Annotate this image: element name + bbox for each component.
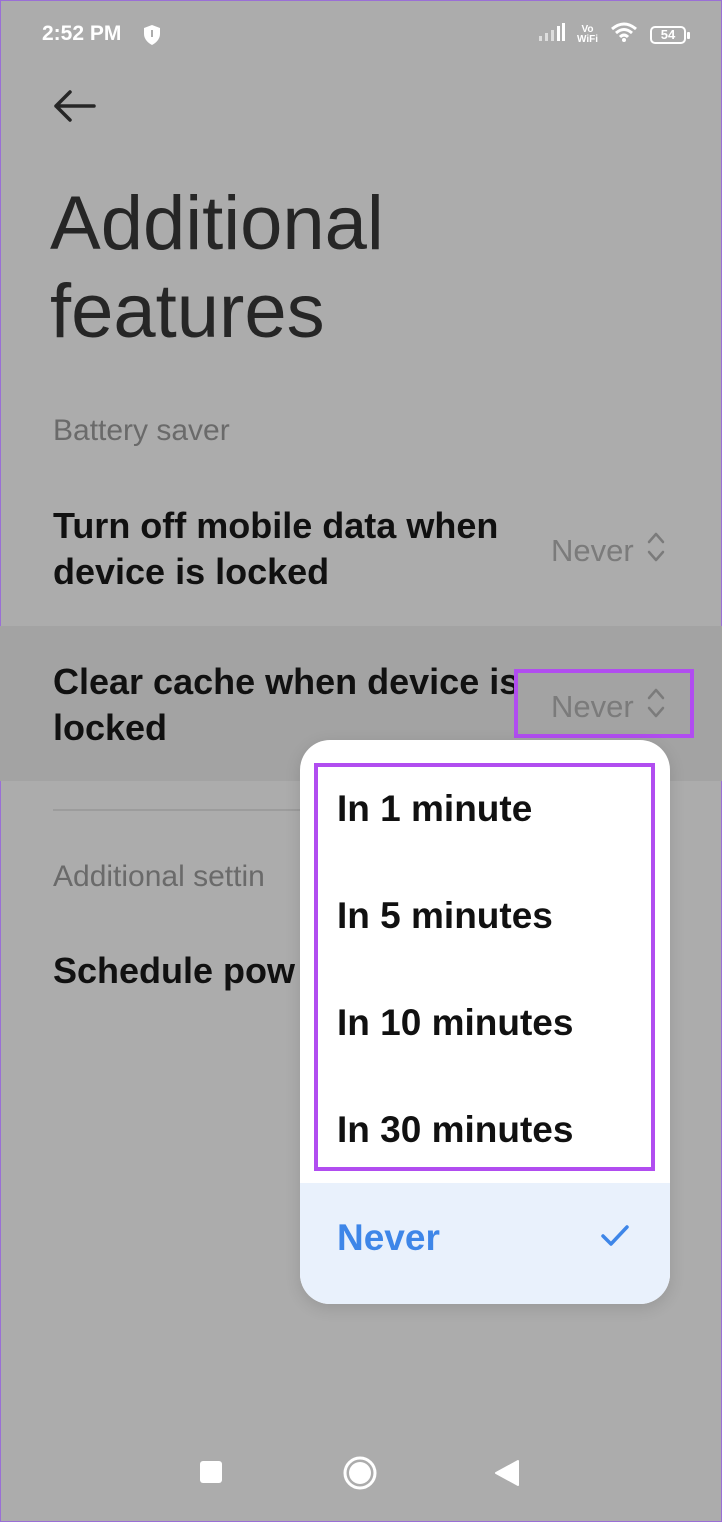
value-highlight-box — [514, 669, 694, 738]
section-battery-saver: Battery saver — [53, 414, 230, 447]
vowifi-bottom: WiFi — [576, 33, 598, 45]
option-never[interactable]: Never — [300, 1183, 670, 1304]
recents-square-icon[interactable] — [200, 1461, 222, 1483]
status-time: 2:52 PM — [42, 22, 122, 45]
vowifi-top: Vo — [581, 23, 594, 35]
signal-icon — [538, 23, 565, 46]
options-highlight-box — [314, 763, 655, 1171]
status-icons: Vo WiFi 54 — [538, 22, 690, 47]
shield-icon — [142, 24, 162, 51]
chevron-up-down-icon — [646, 530, 666, 572]
wifi-icon — [610, 22, 638, 47]
battery-icon: 54 — [650, 25, 690, 44]
section-additional-settings: Additional settin — [53, 860, 265, 893]
mobile-data-setting-title[interactable]: Turn off mobile data when device is lock… — [53, 503, 543, 595]
mobile-data-value-selector[interactable]: Never — [551, 530, 666, 572]
vowifi-icon: Vo WiFi — [576, 23, 598, 45]
schedule-power-setting-title[interactable]: Schedule pow — [53, 948, 333, 994]
page-title: Additional features — [50, 181, 384, 354]
back-triangle-icon[interactable] — [494, 1459, 520, 1492]
check-icon — [600, 1223, 630, 1254]
mobile-data-value: Never — [551, 533, 634, 568]
home-circle-icon[interactable] — [342, 1455, 378, 1496]
arrow-left-icon[interactable] — [52, 88, 96, 129]
option-never-label: Never — [337, 1217, 440, 1258]
clear-cache-setting-title[interactable]: Clear cache when device is locked — [53, 659, 523, 751]
